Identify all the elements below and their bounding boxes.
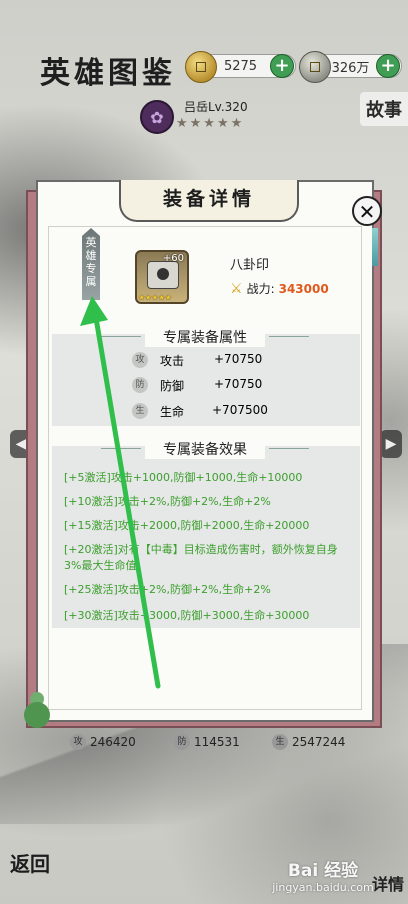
power-row: ⚔ 战力: 343000 <box>230 280 329 297</box>
effect-line: [+15激活]攻击+2000,防御+2000,生命+20000 <box>64 519 310 532</box>
effect-line: [+30激活]攻击+3000,防御+3000,生命+30000 <box>64 609 310 622</box>
exclusive-tag: 英雄专属 <box>82 228 100 300</box>
story-button[interactable]: 故事 <box>360 92 408 126</box>
attributes-section <box>52 334 360 426</box>
attack-icon: 攻 <box>132 352 148 368</box>
effect-line: [+10激活]攻击+2%,防御+2%,生命+2% <box>64 495 271 508</box>
hero-total-stats: 攻 246420 防 114531 生 2547244 <box>0 734 408 752</box>
defense-icon: 防 <box>174 734 190 750</box>
hero-stars: ★★★★★ <box>176 116 245 131</box>
equipment-name: 八卦印 <box>230 258 270 273</box>
attributes-header: 专属装备属性 <box>101 327 309 347</box>
total-attack: 攻 246420 <box>70 734 136 750</box>
attr-value: +70750 <box>214 377 263 391</box>
total-defense-value: 114531 <box>194 735 240 749</box>
hp-icon: 生 <box>132 403 148 419</box>
add-coins-button[interactable]: + <box>376 54 400 78</box>
coin-currency: 326万 + <box>299 51 402 83</box>
defense-icon: 防 <box>132 377 148 393</box>
attr-name: 防御 <box>160 379 185 393</box>
equipment-icon[interactable]: +60 ★★★★★ <box>135 250 189 304</box>
divider <box>101 336 141 337</box>
power-label: 战力: <box>246 282 275 296</box>
dialog-title: 装备详情 <box>119 180 299 222</box>
equipment-level: +60 <box>162 253 184 264</box>
divider <box>101 448 141 449</box>
watermark-sub: jingyan.baidu.com <box>272 881 374 894</box>
hero-info: ✿ 吕岳Lv.320 ★★★★★ <box>140 96 300 136</box>
divider <box>269 336 309 337</box>
bagua-seal-icon <box>147 261 179 289</box>
hero-name: 吕岳Lv.320 <box>184 100 248 114</box>
detail-button[interactable]: 详情 <box>368 856 408 904</box>
add-gold-button[interactable]: + <box>270 54 294 78</box>
crossed-swords-icon: ⚔ <box>230 280 243 297</box>
total-hp: 生 2547244 <box>272 734 345 750</box>
hp-icon: 生 <box>272 734 288 750</box>
attr-name: 攻击 <box>160 354 185 368</box>
hero-element-icon: ✿ <box>140 100 174 134</box>
power-value: 343000 <box>278 281 329 296</box>
watermark: Bai 经验 jingyan.baidu.com <box>268 856 378 894</box>
gourd-icon <box>22 692 52 732</box>
tassel-decoration <box>372 228 378 266</box>
effect-line: [+25激活]攻击+2%,防御+2%,生命+2% <box>64 583 271 596</box>
attributes-header-label: 专属装备属性 <box>163 330 247 346</box>
attack-icon: 攻 <box>70 734 86 750</box>
next-hero-button[interactable]: ▶ <box>380 430 402 458</box>
attr-value: +70750 <box>214 352 263 366</box>
total-hp-value: 2547244 <box>292 735 346 749</box>
attr-name: 生命 <box>160 405 185 419</box>
attr-value: +707500 <box>212 403 268 417</box>
copper-coin-icon <box>299 51 331 83</box>
gold-currency: 5275 + <box>185 51 296 83</box>
page-title: 英雄图鉴 <box>40 56 176 91</box>
effects-header: 专属装备效果 <box>101 439 309 459</box>
effect-line: [+5激活]攻击+1000,防御+1000,生命+10000 <box>64 471 303 484</box>
equipment-stars: ★★★★★ <box>138 293 172 302</box>
watermark-main: Bai 经验 <box>287 861 359 881</box>
effects-header-label: 专属装备效果 <box>163 442 247 458</box>
divider <box>269 448 309 449</box>
back-button[interactable]: 返回 <box>0 846 60 904</box>
total-defense: 防 114531 <box>174 734 240 750</box>
gold-ingot-icon <box>185 51 217 83</box>
total-attack-value: 246420 <box>90 735 136 749</box>
effect-line: [+20激活]对有【中毒】目标造成伤害时，额外恢复自身3%最大生命值 <box>64 543 338 572</box>
close-button[interactable]: ✕ <box>352 196 382 226</box>
